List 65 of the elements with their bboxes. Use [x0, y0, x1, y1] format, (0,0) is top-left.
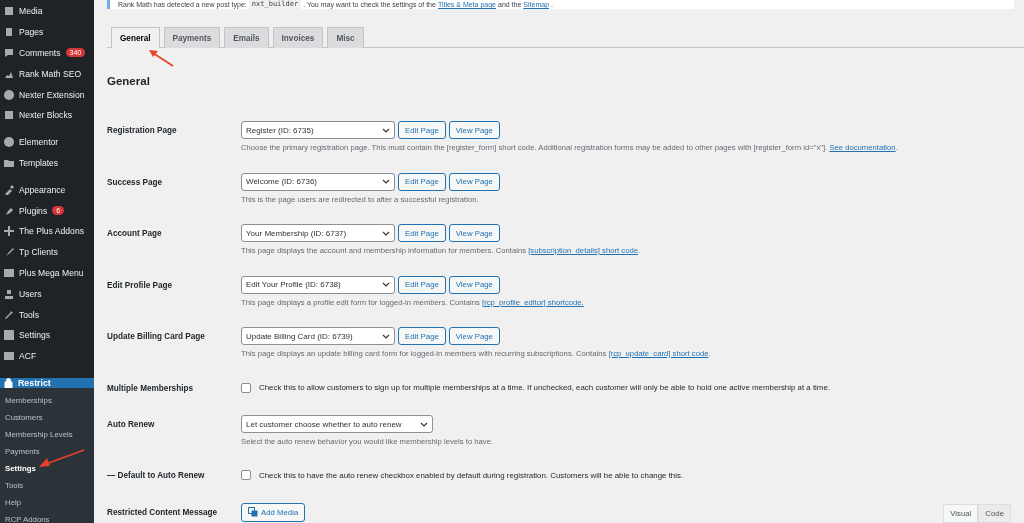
menu-item[interactable]: Users [0, 283, 94, 305]
menu-item[interactable]: Pages [0, 21, 94, 43]
field-label: — Default to Auto Renew [107, 470, 206, 482]
chevron-down-icon [420, 421, 428, 427]
field-label: Multiple Memberships [107, 382, 194, 395]
menu-icon [4, 309, 14, 320]
settings-tab[interactable]: Payments [163, 27, 221, 48]
settings-tab[interactable]: Invoices [272, 27, 324, 48]
settings-tab[interactable]: Misc [327, 27, 364, 48]
lock-icon [4, 377, 13, 388]
menu-item[interactable]: Tools [0, 304, 94, 325]
checkbox[interactable] [241, 470, 251, 480]
menu-icon [4, 330, 14, 341]
page-select[interactable]: Update Billing Card (ID: 6739) [241, 327, 395, 345]
menu-item[interactable]: Rank Math SEO [0, 63, 94, 85]
menu-icon [4, 247, 14, 258]
field-label: Auto Renew [107, 419, 156, 431]
menu-icon [4, 27, 14, 38]
field-label: Success Page [107, 176, 164, 189]
field-label: Restricted Content Message [107, 506, 219, 519]
media-icon [248, 507, 258, 517]
page-select[interactable]: Edit Your Profile (ID: 6738) [241, 275, 395, 294]
field-label: Registration Page [107, 125, 178, 137]
page-select[interactable]: Register (ID: 6735) [241, 121, 395, 139]
menu-icon [4, 48, 14, 58]
menu-item[interactable]: Media [0, 1, 94, 22]
menu-icon [4, 137, 14, 148]
checkbox[interactable] [241, 382, 251, 393]
menu-item[interactable]: Elementor [0, 131, 94, 153]
menu-icon [4, 205, 14, 216]
menu-icon [4, 226, 14, 237]
menu-item[interactable]: Nexter Blocks [0, 105, 94, 126]
menu-item[interactable]: Plus Mega Menu [0, 262, 94, 284]
chevron-down-icon [382, 179, 390, 184]
chevron-down-icon [382, 333, 390, 339]
menu-icon [4, 184, 14, 195]
menu-item[interactable]: Templates [0, 152, 94, 174]
arrow-annotation [38, 448, 86, 469]
menu-icon [4, 351, 14, 362]
chevron-down-icon [382, 230, 390, 236]
section-heading: General [107, 75, 151, 87]
menu-icon [4, 89, 14, 100]
menu-item[interactable]: ACF [0, 345, 94, 367]
page-select[interactable]: Your Membership (ID: 6737) [241, 224, 395, 242]
field-label: Update Billing Card Page [107, 331, 206, 343]
settings-tab[interactable]: Emails [224, 27, 269, 48]
menu-icon [4, 288, 14, 299]
current-menu-item[interactable]: Restrict [0, 377, 94, 388]
chevron-down-icon [382, 282, 390, 287]
chevron-down-icon [382, 127, 390, 133]
field-label: Account Page [107, 228, 163, 240]
field-label: Edit Profile Page [107, 279, 174, 292]
menu-item[interactable]: Tp Clients [0, 241, 94, 263]
arrow-annotation [147, 48, 175, 68]
page-select[interactable]: Welcome (ID: 6736) [241, 172, 395, 191]
menu-item[interactable]: Settings [0, 324, 94, 346]
settings-tab[interactable]: General [111, 27, 160, 48]
menu-icon [4, 110, 14, 121]
menu-icon [4, 267, 14, 278]
menu-item[interactable]: Appearance [0, 179, 94, 201]
auto-renew-select[interactable]: Let customer choose whether to auto renew [241, 415, 433, 433]
menu-icon [4, 6, 14, 17]
menu-item[interactable]: Nexter Extension [0, 84, 94, 105]
menu-icon [4, 157, 14, 168]
menu-item[interactable]: The Plus Addons [0, 220, 94, 242]
